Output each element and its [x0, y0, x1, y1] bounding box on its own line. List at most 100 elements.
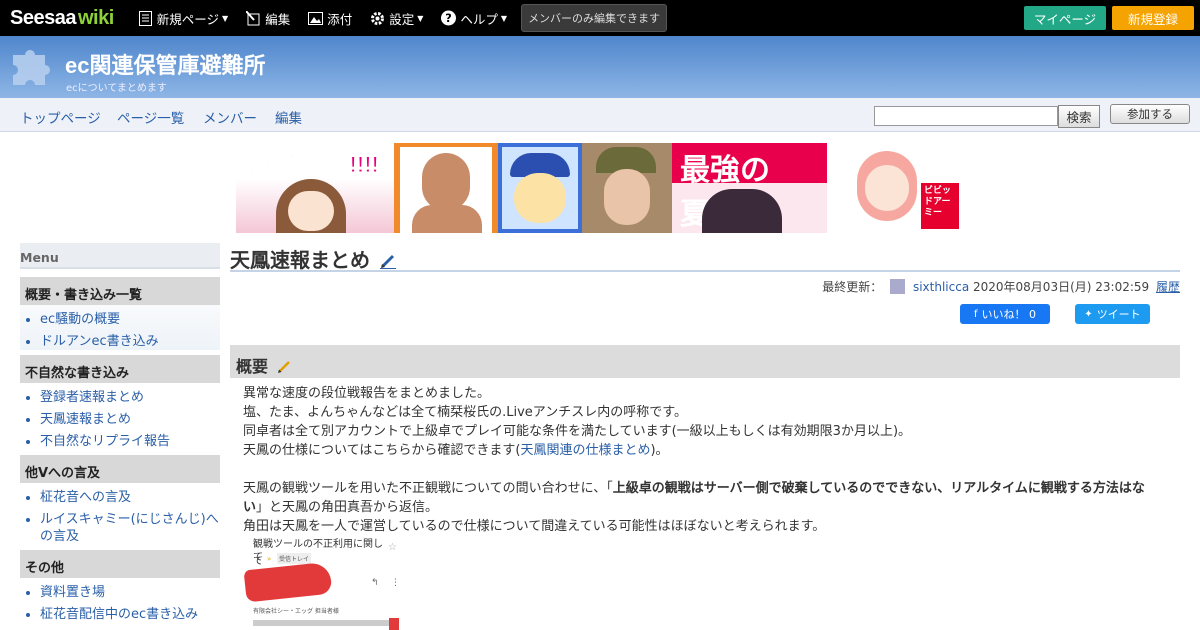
chevron-down-icon: ▼ — [500, 13, 508, 23]
screenshot-tag: 受信トレイ — [277, 553, 312, 564]
banner-panel-1: ぶちかませ!!!! — [236, 143, 394, 233]
last-updated-label: 最終更新： — [822, 280, 883, 294]
body-line-4: 天鳳の仕様についてはこちらから確認できます(天鳳関連の仕様まとめ)。 — [243, 441, 1163, 460]
sidebar-category-overview: 概要・書き込み一覧 — [20, 277, 220, 305]
more-vert-icon: ⋮ — [391, 578, 400, 588]
pencil-icon[interactable] — [379, 252, 396, 275]
page-title-text: 天鳳速報まとめ — [230, 250, 370, 272]
banner-panel-3 — [498, 143, 582, 233]
banner-text-1: ぶちかませ!!!! — [240, 152, 380, 178]
para2-prefix: 天鳳の観戦ツールを用いた不正観戦についての問い合わせに、「 — [243, 481, 613, 496]
email-screenshot[interactable]: 観戦ツールの不正利用に関して て » 受信トレイ ☆ ↰ ⋮ 有限会社シー・エッ… — [243, 536, 403, 630]
screenshot-title: 観戦ツールの不正利用に関して — [253, 539, 383, 563]
sidebar-list-unnatural: 登録者速報まとめ 天鳳速報まとめ 不自然なリプライ報告 — [20, 383, 220, 450]
facebook-like-button[interactable]: f いいね！ 0 — [960, 304, 1050, 324]
page-title: 天鳳速報まとめ — [230, 244, 1180, 272]
image-icon — [308, 11, 324, 26]
sidebar-item-tenhou-news[interactable]: 天鳳速報まとめ — [40, 411, 220, 428]
twitter-bird-icon: ✦ — [1084, 308, 1093, 320]
search-input[interactable] — [874, 106, 1058, 126]
screenshot-sender: 有限会社シー・エッグ 担当者様 — [253, 608, 339, 615]
sidebar-category-other-v: 他Vへの言及 — [20, 455, 220, 483]
svg-text:?: ? — [446, 12, 453, 25]
nav-top-page[interactable]: トップページ — [20, 107, 101, 127]
top-bar: Seesaa wiki 新規ページ ▼ 編集 添付 設定 ▼ ? ヘルプ ▼ メ… — [0, 0, 1200, 36]
sidebar: Menu 概要・書き込み一覧 ec騒動の概要 ドルアンec書き込み 不自然な書き… — [20, 243, 220, 628]
logo-text-seesaa: Seesaa — [10, 6, 76, 29]
user-avatar-icon — [890, 279, 906, 294]
member-only-badge: メンバーのみ編集できます — [521, 4, 668, 32]
site-title[interactable]: ec関連保管庫避難所 — [65, 48, 265, 80]
sidebar-item-unnatural-replies[interactable]: 不自然なリプライ報告 — [40, 433, 220, 450]
new-page-menu[interactable]: 新規ページ ▼ — [138, 0, 228, 36]
search-button[interactable]: 検索 — [1058, 105, 1100, 128]
like-label: いいね！ 0 — [981, 308, 1037, 321]
chevron-down-icon: ▼ — [417, 13, 424, 23]
gear-icon — [370, 11, 385, 26]
pencil-icon[interactable] — [277, 358, 291, 377]
edit-icon — [246, 10, 261, 26]
banner-panel-5: 最強の夏。 — [672, 143, 827, 233]
arrow-icon: » — [267, 555, 272, 563]
sidebar-category-unnatural: 不自然な書き込み — [20, 355, 220, 383]
reply-icon: ↰ — [371, 578, 379, 588]
tenhou-spec-link[interactable]: 天鳳関連の仕様まとめ — [520, 443, 650, 458]
sidebar-item-lewis-cammy[interactable]: ルイスキャミー(にじさんじ)への言及 — [40, 511, 220, 545]
banner-panel-6: ビビッドアーミー — [827, 143, 963, 233]
mypage-button[interactable]: マイページ — [1024, 6, 1106, 30]
settings-menu[interactable]: 設定 ▼ — [370, 0, 423, 36]
site-subtitle: ecについてまとめます — [66, 83, 167, 94]
history-link[interactable]: 履歴 — [1156, 280, 1180, 294]
author-link[interactable]: sixthlicca — [913, 280, 969, 294]
nav-page-list[interactable]: ページ一覧 — [117, 107, 184, 127]
body-line-1: 異常な速度の段位戦報告をまとめました。 — [243, 386, 491, 401]
para2-suffix: 」と天鳳の角田真吾から返信。 — [256, 500, 439, 515]
sidebar-item-kanon-stream-posts[interactable]: 柾花音配信中のec書き込み — [40, 606, 220, 623]
body-para-2: 天鳳の観戦ツールを用いた不正観戦についての問い合わせに、「上級卓の観戦はサーバー… — [243, 479, 1163, 517]
new-page-label: 新規ページ — [156, 11, 220, 27]
section-body: 異常な速度の段位戦報告をまとめました。 塩、たま、よんちゃんなどは全て楠栞桜氏の… — [243, 384, 1163, 536]
body-line-4-suffix: )。 — [650, 443, 669, 458]
help-label: ヘルプ — [460, 11, 498, 27]
body-para-2-line-2: 角田は天鳳を一人で運営しているので仕様について間違えている可能性はほぼないと考え… — [243, 519, 826, 534]
help-icon: ? — [441, 10, 457, 26]
tweet-button[interactable]: ✦ ツイート — [1075, 304, 1150, 324]
nav-members[interactable]: メンバー — [203, 107, 257, 127]
last-updated-info: 最終更新： sixthlicca 2020年08月03日(月) 23:02:59… — [700, 278, 1180, 295]
updated-timestamp: 2020年08月03日(月) 23:02:59 — [973, 280, 1150, 294]
edit-label: 編集 — [265, 11, 291, 27]
join-button[interactable]: 参加する — [1110, 104, 1190, 124]
body-line-4-prefix: 天鳳の仕様についてはこちらから確認できます( — [243, 443, 521, 458]
banner-panel-2 — [394, 143, 498, 233]
sidebar-item-masaki-kanon[interactable]: 柾花音への言及 — [40, 489, 220, 506]
attach-menu[interactable]: 添付 — [308, 0, 352, 36]
puzzle-icon — [9, 41, 57, 89]
register-button[interactable]: 新規登録 — [1112, 6, 1194, 30]
nav-edit[interactable]: 編集 — [275, 107, 302, 127]
sidebar-item-druan-posts[interactable]: ドルアンec書き込み — [40, 333, 220, 350]
global-nav: トップページ ページ一覧 メンバー 編集 検索 参加する — [0, 98, 1200, 132]
section-heading-overview: 概要 — [230, 345, 1180, 378]
logo-text-wiki: wiki — [77, 6, 114, 29]
document-icon — [138, 10, 153, 26]
sidebar-category-misc: その他 — [20, 550, 220, 578]
tweet-label: ツイート — [1096, 308, 1141, 321]
sidebar-item-subscriber-news[interactable]: 登録者速報まとめ — [40, 389, 220, 406]
sidebar-list-misc: 資料置き場 柾花音配信中のec書き込み — [20, 578, 220, 623]
body-line-3: 同卓者は全て別アカウントで上級卓でプレイ可能な条件を満たしています(一級以上もし… — [243, 424, 912, 439]
sidebar-item-materials[interactable]: 資料置き場 — [40, 584, 220, 601]
help-menu[interactable]: ? ヘルプ ▼ — [441, 0, 507, 36]
sidebar-menu-title: Menu — [20, 243, 220, 269]
sidebar-list-overview: ec騒動の概要 ドルアンec書き込み — [20, 305, 220, 350]
seesaa-wiki-logo[interactable]: Seesaa wiki — [10, 0, 114, 36]
banner-text-3: ビビッドアーミー — [921, 183, 959, 229]
chevron-down-icon: ▼ — [222, 13, 229, 23]
sidebar-item-ec-overview[interactable]: ec騒動の概要 — [40, 311, 220, 328]
ad-banner[interactable]: ぶちかませ!!!! 最強の夏。 ビビッドアーミー — [236, 143, 963, 233]
settings-label: 設定 — [389, 11, 415, 27]
banner-panel-4 — [582, 143, 672, 233]
edit-menu[interactable]: 編集 — [246, 0, 290, 36]
thumbs-up-icon: f — [973, 308, 978, 320]
section-title-text: 概要 — [236, 357, 269, 376]
sidebar-list-other-v: 柾花音への言及 ルイスキャミー(にじさんじ)への言及 — [20, 483, 220, 545]
